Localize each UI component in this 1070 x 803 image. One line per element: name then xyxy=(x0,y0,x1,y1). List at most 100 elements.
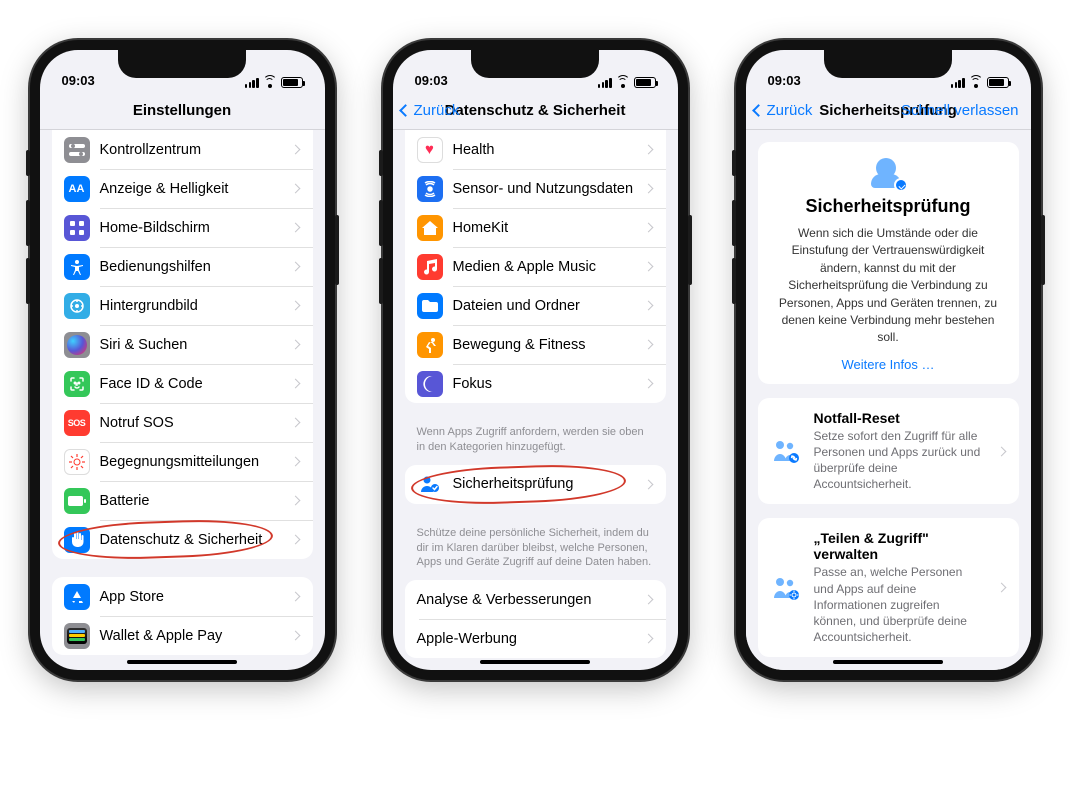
privacy-row[interactable]: Analyse & Verbesserungen xyxy=(405,580,666,619)
row-label: Begegnungsmitteilungen xyxy=(100,454,292,470)
option-description: Passe an, welche Personen und Apps auf d… xyxy=(814,564,982,645)
row-label: Analyse & Verbesserungen xyxy=(417,592,645,608)
folder-icon xyxy=(417,293,443,319)
chevron-right-icon xyxy=(290,301,300,311)
row-label: Batterie xyxy=(100,493,292,509)
status-time: 09:03 xyxy=(62,73,95,88)
row-label: Dateien und Ordner xyxy=(453,298,645,314)
chevron-right-icon xyxy=(290,379,300,389)
toggles-icon xyxy=(64,137,90,163)
notch xyxy=(824,50,952,78)
row-label: Health xyxy=(453,142,645,158)
settings-row[interactable]: App Store xyxy=(52,577,313,616)
chevron-right-icon xyxy=(290,592,300,602)
privacy-row[interactable]: Fokus xyxy=(405,364,666,403)
battery-icon xyxy=(64,488,90,514)
siri-icon xyxy=(64,332,90,358)
settings-row[interactable]: Kontrollzentrum xyxy=(52,130,313,169)
cellular-icon xyxy=(951,78,965,88)
row-label: Bewegung & Fitness xyxy=(453,337,645,353)
phone-privacy-root: 09:03 Zurück Datenschutz & Sicherheit ♥H… xyxy=(383,40,688,680)
settings-row[interactable]: AAAnzeige & Helligkeit xyxy=(52,169,313,208)
battery-icon xyxy=(634,77,656,88)
battery-icon xyxy=(987,77,1009,88)
chevron-right-icon xyxy=(290,496,300,506)
privacy-row[interactable]: HomeKit xyxy=(405,208,666,247)
back-label: Zurück xyxy=(414,102,460,119)
privacy-row[interactable]: Bewegung & Fitness xyxy=(405,325,666,364)
privacy-row[interactable]: ♥Health xyxy=(405,130,666,169)
settings-row[interactable]: Wallet & Apple Pay xyxy=(52,616,313,655)
privacy-group-categories: ♥HealthSensor- und Nutzungsdaten HomeKit M… xyxy=(405,130,666,403)
chevron-right-icon xyxy=(643,340,653,350)
chevron-left-icon xyxy=(752,104,765,117)
row-label: Face ID & Code xyxy=(100,376,292,392)
chevron-right-icon xyxy=(643,145,653,155)
fitness-icon xyxy=(417,332,443,358)
safety-check-row[interactable]: Sicherheitsprüfung xyxy=(405,465,666,504)
notch xyxy=(471,50,599,78)
row-label: Kontrollzentrum xyxy=(100,142,292,158)
settings-row[interactable]: Siri & Suchen xyxy=(52,325,313,364)
settings-row[interactable]: Batterie xyxy=(52,481,313,520)
hand-icon xyxy=(64,527,90,553)
phone-safety-check: 09:03 Zurück Sicherheitsprüfung Schnell … xyxy=(736,40,1041,680)
manage-sharing-option[interactable]: „Teilen & Zugriff" verwalten Passe an, w… xyxy=(758,518,1019,657)
home-indicator[interactable] xyxy=(833,660,943,664)
row-label: Fokus xyxy=(453,376,645,392)
safety-check-card: Sicherheitsprüfung Wenn sich die Umständ… xyxy=(758,142,1019,384)
settings-row[interactable]: SOSNotruf SOS xyxy=(52,403,313,442)
privacy-group-safety-check: Sicherheitsprüfung xyxy=(405,465,666,504)
chevron-right-icon xyxy=(290,184,300,194)
back-button[interactable]: Zurück xyxy=(401,102,460,119)
option-title: „Teilen & Zugriff" verwalten xyxy=(814,530,982,562)
settings-group-general: Kontrollzentrum AAAnzeige & HelligkeitHom… xyxy=(52,130,313,559)
settings-row[interactable]: Face ID & Code xyxy=(52,364,313,403)
navbar: Einstellungen xyxy=(40,92,325,130)
chevron-right-icon xyxy=(290,223,300,233)
privacy-row[interactable]: Sensor- und Nutzungsdaten xyxy=(405,169,666,208)
row-label: Apple-Werbung xyxy=(417,631,645,647)
row-label: Medien & Apple Music xyxy=(453,259,645,275)
text-size-icon: AA xyxy=(64,176,90,202)
settings-row[interactable]: Home-Bildschirm xyxy=(52,208,313,247)
privacy-row[interactable]: Medien & Apple Music xyxy=(405,247,666,286)
music-icon xyxy=(417,254,443,280)
card-title: Sicherheitsprüfung xyxy=(772,196,1005,217)
privacy-row[interactable]: Apple-Werbung xyxy=(405,619,666,658)
settings-row[interactable]: Hintergrundbild xyxy=(52,286,313,325)
privacy-row[interactable]: Dateien und Ordner xyxy=(405,286,666,325)
navbar-title: Datenschutz & Sicherheit xyxy=(445,102,626,119)
emergency-reset-icon xyxy=(770,435,802,467)
back-button[interactable]: Zurück xyxy=(754,102,813,119)
chevron-right-icon xyxy=(643,479,653,489)
cellular-icon xyxy=(598,78,612,88)
quick-exit-button[interactable]: Schnell verlassen xyxy=(901,102,1019,119)
appstore-icon xyxy=(64,584,90,610)
learn-more-link[interactable]: Weitere Infos … xyxy=(772,357,1005,372)
emergency-reset-option[interactable]: Notfall-Reset Setze sofort den Zugriff f… xyxy=(758,398,1019,505)
row-label: Hintergrundbild xyxy=(100,298,292,314)
chevron-left-icon xyxy=(399,104,412,117)
wifi-icon xyxy=(616,78,630,88)
grid-icon xyxy=(64,215,90,241)
chevron-right-icon xyxy=(643,184,653,194)
focus-icon xyxy=(417,371,443,397)
home-indicator[interactable] xyxy=(127,660,237,664)
option-title: Notfall-Reset xyxy=(814,410,982,426)
row-label: HomeKit xyxy=(453,220,645,236)
navbar: Zurück Sicherheitsprüfung Schnell verlas… xyxy=(746,92,1031,130)
chevron-right-icon xyxy=(290,535,300,545)
home-indicator[interactable] xyxy=(480,660,590,664)
privacy-group-analytics: Analyse & Verbesserungen Apple-Werbung xyxy=(405,580,666,658)
settings-row[interactable]: Begegnungsmitteilungen xyxy=(52,442,313,481)
chevron-right-icon xyxy=(290,457,300,467)
chevron-right-icon xyxy=(290,631,300,641)
battery-icon xyxy=(281,77,303,88)
home-icon xyxy=(417,215,443,241)
sensor-icon xyxy=(417,176,443,202)
settings-row[interactable]: Datenschutz & Sicherheit xyxy=(52,520,313,559)
chevron-right-icon xyxy=(290,340,300,350)
settings-row[interactable]: Bedienungshilfen xyxy=(52,247,313,286)
status-time: 09:03 xyxy=(415,73,448,88)
